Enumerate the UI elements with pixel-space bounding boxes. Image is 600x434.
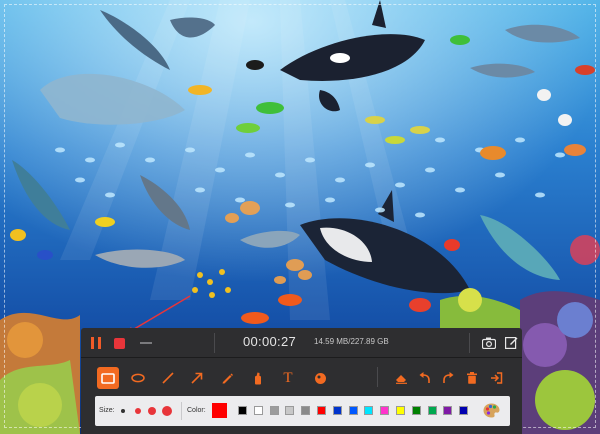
recording-toolbar: 00:00:27 14.59 MB/227.89 GB T Size: Colo… [81, 328, 522, 434]
color-swatch[interactable] [411, 406, 421, 415]
color-swatch[interactable] [427, 406, 437, 415]
pause-button[interactable] [87, 334, 105, 352]
eraser-icon [395, 374, 407, 384]
ellipse-icon [131, 373, 145, 383]
eraser-tool[interactable] [391, 368, 411, 388]
color-swatch[interactable] [459, 406, 469, 415]
text-tool[interactable]: T [278, 368, 298, 388]
color-swatch[interactable] [348, 406, 358, 415]
clear-button[interactable] [462, 368, 482, 388]
text-icon: T [283, 369, 293, 386]
current-color-swatch[interactable] [212, 403, 227, 418]
custom-color-button[interactable] [483, 403, 500, 419]
stop-button[interactable] [111, 335, 127, 351]
line-tool[interactable] [158, 368, 178, 388]
recording-controls-row: 00:00:27 14.59 MB/227.89 GB [81, 328, 522, 358]
palette-icon [483, 403, 500, 418]
color-swatch[interactable] [396, 406, 405, 415]
color-swatch[interactable] [380, 406, 390, 415]
highlighter-tool[interactable] [248, 368, 268, 388]
annotate-toggle-button[interactable] [504, 335, 519, 350]
elapsed-time: 00:00:27 [243, 334, 297, 349]
color-swatch[interactable] [238, 406, 247, 415]
size-small-option[interactable] [121, 409, 125, 413]
edit-icon [505, 337, 518, 349]
color-swatch[interactable] [285, 406, 295, 415]
color-swatch[interactable] [301, 406, 311, 415]
color-label: Color: [187, 407, 206, 414]
file-size-status: 14.59 MB/227.89 GB [314, 337, 389, 346]
undo-button[interactable] [415, 368, 435, 388]
size-large-option[interactable] [148, 407, 156, 415]
pen-icon [222, 373, 233, 384]
divider [214, 333, 215, 353]
exit-drawing-button[interactable] [486, 368, 506, 388]
exit-icon [490, 372, 502, 384]
color-swatch[interactable] [317, 406, 326, 415]
callout-tool[interactable] [310, 368, 330, 388]
screenshot-button[interactable] [481, 335, 497, 351]
color-swatch[interactable] [443, 406, 453, 415]
undo-icon [419, 372, 430, 383]
arrow-tool[interactable] [187, 368, 207, 388]
minus-icon [140, 342, 152, 344]
highlighter-icon [255, 372, 261, 384]
camera-icon [482, 337, 496, 349]
redo-button[interactable] [438, 368, 458, 388]
size-medium-option[interactable] [135, 408, 141, 414]
divider [377, 367, 378, 387]
rectangle-tool[interactable] [97, 367, 119, 389]
divider [469, 333, 470, 353]
size-label: Size: [99, 407, 115, 414]
size-xlarge-option[interactable] [162, 406, 172, 416]
pen-tool[interactable] [217, 368, 237, 388]
redo-icon [443, 372, 454, 383]
drawing-options-panel: Size: Color: [95, 396, 510, 426]
rectangle-icon [101, 372, 115, 384]
color-swatch[interactable] [364, 406, 374, 415]
pause-icon [91, 337, 94, 349]
stop-icon [113, 337, 125, 349]
arrow-icon [191, 372, 203, 384]
color-swatch[interactable] [269, 406, 279, 415]
color-swatch[interactable] [253, 406, 263, 415]
ellipse-tool[interactable] [128, 368, 148, 388]
collapse-toolbar-button[interactable] [139, 341, 153, 345]
color-swatch[interactable] [332, 406, 342, 415]
divider [181, 402, 182, 420]
trash-icon [467, 372, 477, 384]
drawing-tools-row: T [81, 358, 522, 396]
callout-icon [314, 372, 326, 384]
line-icon [162, 372, 174, 384]
